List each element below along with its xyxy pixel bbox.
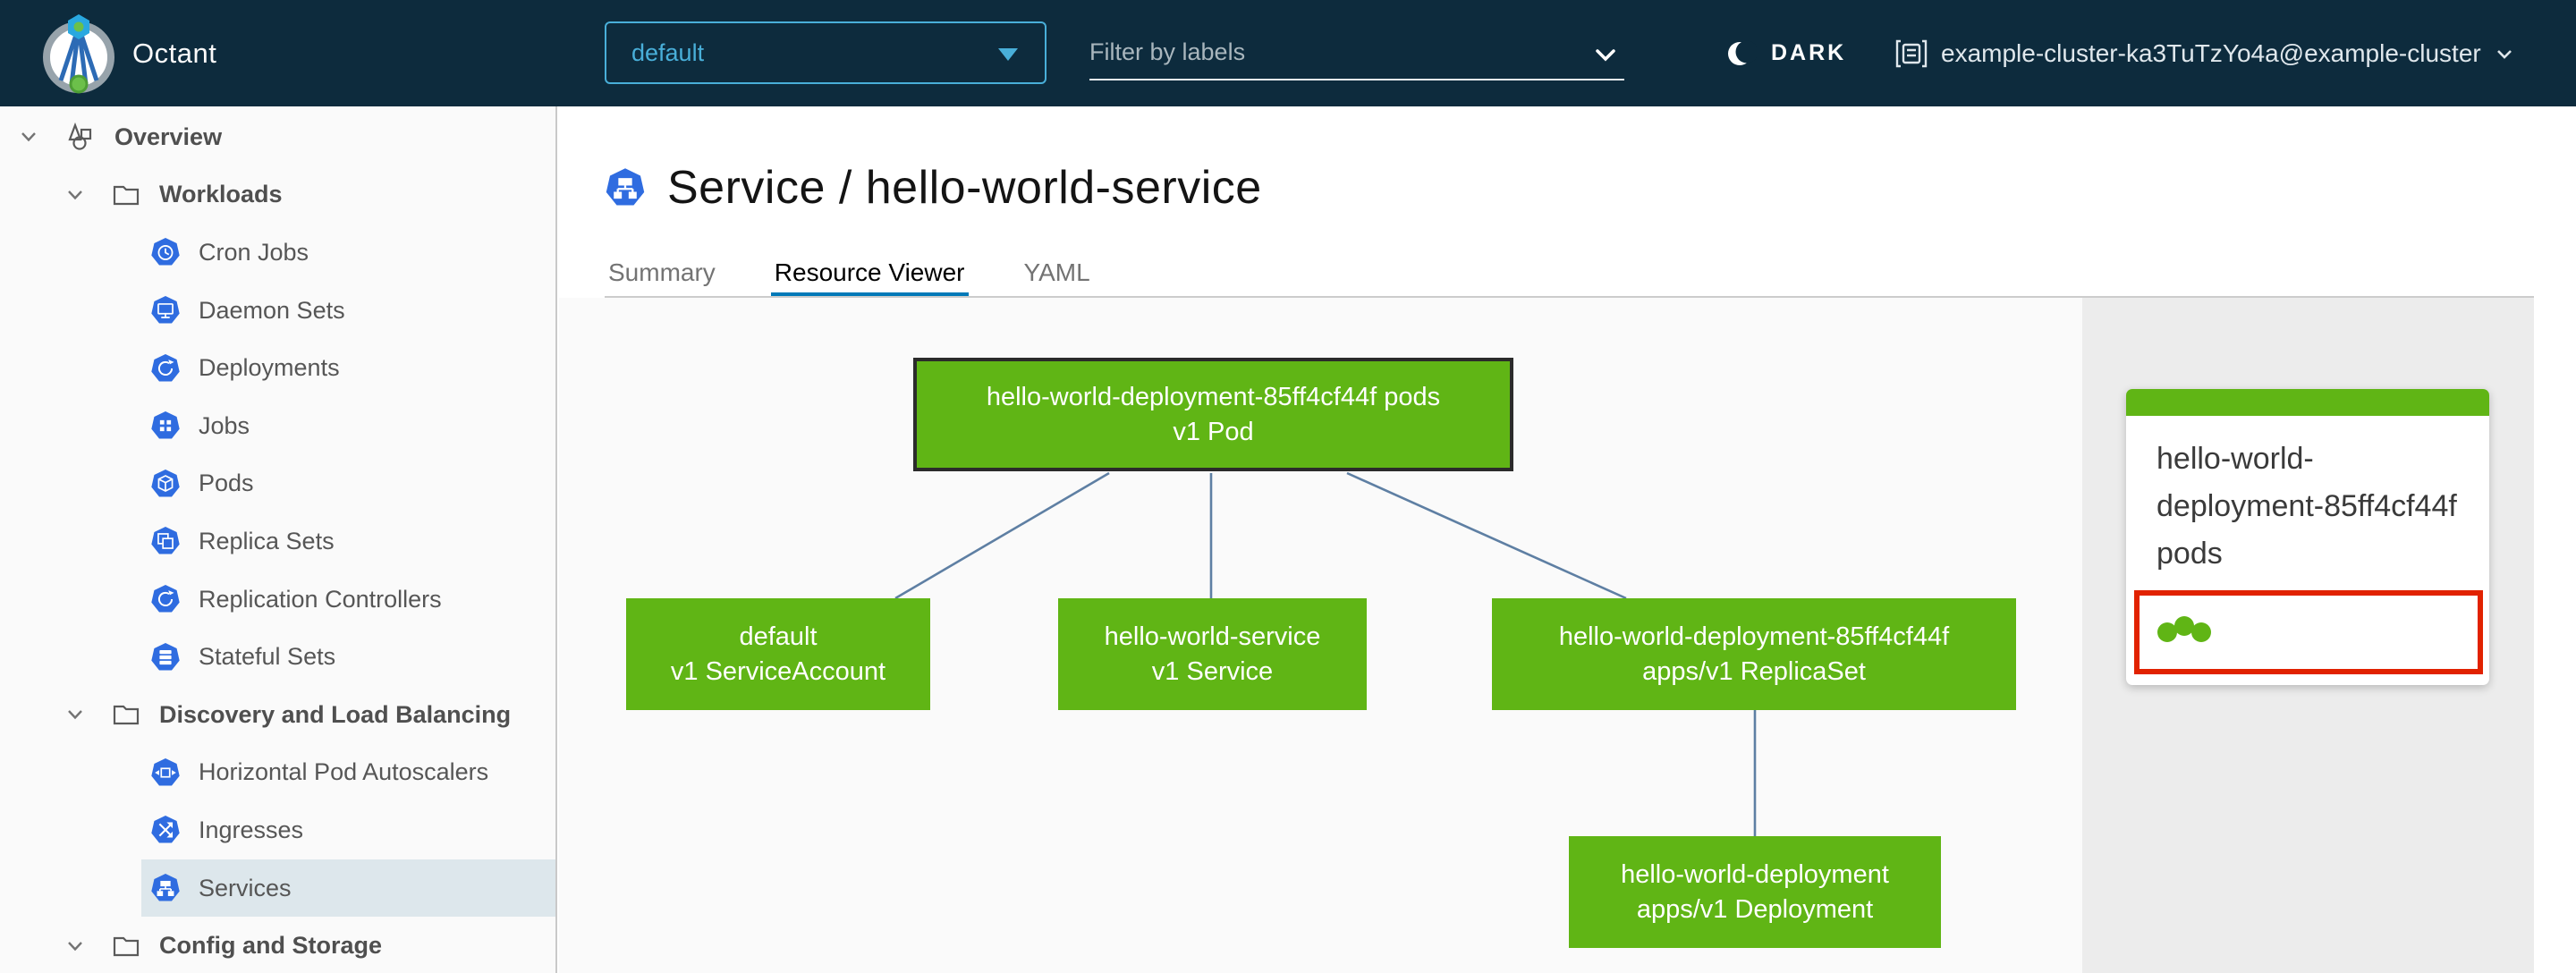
cronjob-icon — [150, 237, 181, 267]
daemonset-icon — [150, 295, 181, 326]
sidebar-item-workloads[interactable]: Workloads — [0, 166, 555, 224]
deployment-icon — [150, 353, 181, 384]
sidebar-item-replication-controllers[interactable]: Replication Controllers — [0, 571, 555, 629]
pod-status-card[interactable]: hello-world-deployment-85ff4cf44f pods — [2126, 389, 2489, 685]
service-icon — [150, 873, 181, 903]
pod-icon — [150, 469, 181, 499]
chevron-down-icon[interactable] — [63, 702, 88, 727]
service-icon — [605, 167, 646, 208]
chevron-down-icon[interactable] — [1590, 39, 1621, 70]
sidebar-item-stateful-sets[interactable]: Stateful Sets — [0, 628, 555, 686]
node-label: default — [739, 622, 818, 651]
folder-icon — [111, 931, 141, 961]
graph-node-deployment[interactable]: hello-world-deployment apps/v1 Deploymen… — [1569, 836, 1941, 948]
replicationcontroller-icon — [150, 584, 181, 614]
statefulset-icon — [150, 642, 181, 673]
cluster-name: example-cluster-ka3TuTzYo4a@example-clus… — [1941, 38, 2481, 67]
tab-bar: Summary Resource Viewer YAML — [605, 253, 1146, 298]
graph-node-serviceaccount[interactable]: default v1 ServiceAccount — [626, 598, 930, 710]
sidebar-item-label: Deployments — [199, 354, 340, 382]
sidebar-item-label: Replication Controllers — [199, 585, 442, 613]
pod-status-highlight[interactable] — [2134, 590, 2483, 674]
node-sublabel: apps/v1 Deployment — [1636, 894, 1874, 924]
sidebar-item-label: Jobs — [199, 411, 250, 439]
namespace-dropdown[interactable]: default — [605, 21, 1046, 84]
tab-yaml[interactable]: YAML — [1021, 253, 1094, 298]
graph-node-service[interactable]: hello-world-service v1 Service — [1058, 598, 1367, 710]
page-title: Service / hello-world-service — [605, 161, 1262, 215]
sidebar-item-config-and-storage[interactable]: Config and Storage — [0, 917, 555, 973]
sidebar-item-jobs[interactable]: Jobs — [0, 397, 555, 455]
octant-logo-icon — [39, 13, 118, 95]
sidebar-navigation: Overview Workloads Cron Jobs Daemon Sets Dep… — [0, 106, 557, 973]
job-icon — [150, 410, 181, 441]
sidebar-item-daemon-sets[interactable]: Daemon Sets — [0, 282, 555, 340]
ingress-icon — [150, 815, 181, 845]
cluster-icon — [1894, 37, 1928, 71]
sidebar-item-horizontal-pod-autoscalers[interactable]: Horizontal Pod Autoscalers — [0, 744, 555, 802]
sidebar-item-label: Ingresses — [199, 816, 304, 843]
tab-resource-viewer[interactable]: Resource Viewer — [770, 253, 969, 298]
node-sublabel: apps/v1 ReplicaSet — [1642, 656, 1866, 686]
sidebar-item-cron-jobs[interactable]: Cron Jobs — [0, 224, 555, 282]
node-label: hello-world-service — [1104, 622, 1321, 651]
sidebar-item-label: Daemon Sets — [199, 296, 345, 324]
pod-ok-dot — [2191, 622, 2211, 642]
sidebar-item-replica-sets[interactable]: Replica Sets — [0, 512, 555, 571]
sidebar-item-label: Workloads — [159, 181, 283, 208]
folder-icon — [111, 699, 141, 730]
chevron-down-icon[interactable] — [63, 934, 88, 959]
graph-node-pod[interactable]: hello-world-deployment-85ff4cf44f pods v… — [913, 358, 1513, 471]
sidebar-item-pods[interactable]: Pods — [0, 455, 555, 513]
filter-placeholder: Filter by labels — [1089, 38, 1246, 65]
sidebar-item-label: Horizontal Pod Autoscalers — [199, 758, 489, 786]
graph-node-replicaset[interactable]: hello-world-deployment-85ff4cf44f apps/v… — [1492, 598, 2016, 710]
sidebar-item-label: Replica Sets — [199, 527, 335, 554]
node-label: hello-world-deployment-85ff4cf44f — [1558, 622, 1950, 651]
caret-down-icon — [998, 48, 1018, 61]
tab-summary[interactable]: Summary — [605, 253, 719, 298]
node-sublabel: v1 Pod — [1173, 417, 1254, 446]
moon-icon — [1724, 38, 1757, 70]
card-status-bar — [2126, 389, 2489, 416]
chevron-down-icon[interactable] — [16, 124, 41, 149]
sidebar-item-label: Cron Jobs — [199, 238, 309, 266]
cluster-selector[interactable]: example-cluster-ka3TuTzYo4a@example-clus… — [1894, 0, 2515, 106]
sidebar-item-ingresses[interactable]: Ingresses — [0, 801, 555, 859]
app-header: Octant default Filter by labels DARK exa… — [0, 0, 2576, 106]
sidebar-item-label: Discovery and Load Balancing — [159, 700, 512, 728]
folder-icon — [111, 180, 141, 210]
label-filter-input[interactable]: Filter by labels — [1089, 25, 1624, 80]
node-sublabel: v1 Service — [1151, 656, 1274, 686]
applications-icon — [66, 122, 97, 152]
sidebar-item-services[interactable]: Services — [0, 859, 555, 918]
chevron-down-icon[interactable] — [63, 182, 88, 207]
node-label: hello-world-deployment — [1621, 859, 1889, 889]
sidebar-item-label: Overview — [114, 123, 223, 150]
node-sublabel: v1 ServiceAccount — [670, 656, 886, 686]
namespace-value: default — [631, 38, 705, 66]
chevron-down-icon — [2494, 43, 2515, 64]
theme-toggle-button[interactable]: DARK — [1724, 0, 1846, 106]
pod-status-dots — [2157, 616, 2211, 642]
theme-toggle-label: DARK — [1771, 40, 1847, 65]
card-title: hello-world-deployment-85ff4cf44f pods — [2157, 442, 2457, 571]
sidebar-item-overview[interactable]: Overview — [0, 108, 555, 166]
hpa-icon — [150, 757, 181, 788]
sidebar-item-discovery-and-load-balancing[interactable]: Discovery and Load Balancing — [0, 686, 555, 744]
replicaset-icon — [150, 526, 181, 556]
sidebar-item-label: Stateful Sets — [199, 643, 336, 671]
app-title: Octant — [132, 37, 217, 69]
detail-side-panel: hello-world-deployment-85ff4cf44f pods — [2082, 298, 2534, 973]
page-title-text: Service / hello-world-service — [667, 162, 1262, 214]
node-label: hello-world-deployment-85ff4cf44f pods — [986, 382, 1441, 411]
sidebar-item-label: Config and Storage — [159, 932, 382, 960]
sidebar-item-label: Pods — [199, 470, 254, 497]
sidebar-item-deployments[interactable]: Deployments — [0, 339, 555, 397]
sidebar-item-label: Services — [199, 874, 292, 901]
pod-ok-dot — [2174, 616, 2194, 636]
